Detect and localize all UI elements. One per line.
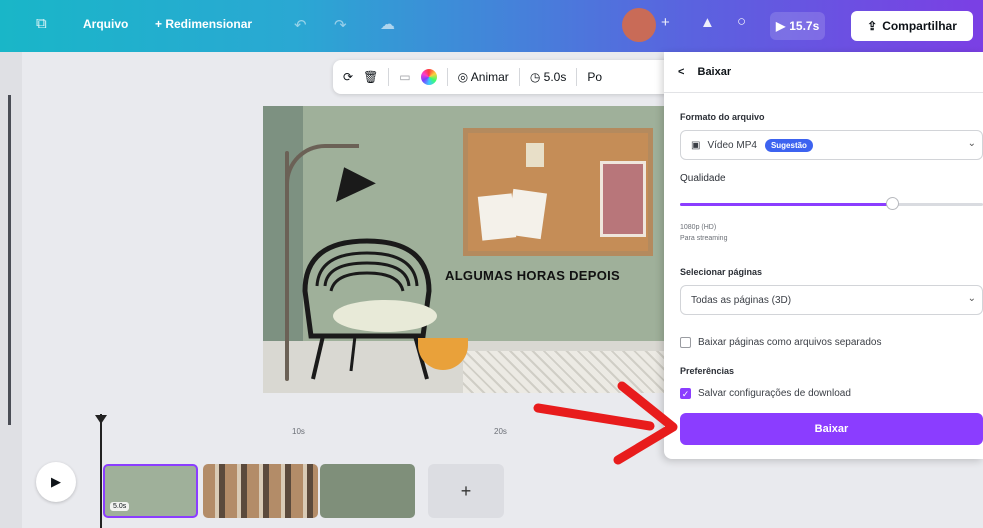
divider [664, 92, 983, 93]
play-button[interactable]: ▶ [36, 462, 76, 502]
select-pages-value: Todas as páginas (3D) [691, 294, 792, 306]
save-settings-label: Salvar configurações de download [698, 388, 851, 399]
resize-handle[interactable] [8, 95, 11, 425]
note-paper [506, 188, 548, 240]
back-button[interactable]: < [678, 66, 684, 78]
photo-card [600, 161, 646, 237]
element-toolbar: ⟳ 🗑 ▭ ◎ Animar ◷ 5.0s Po [333, 60, 688, 94]
playhead[interactable] [100, 414, 102, 528]
add-clip-button[interactable]: + [428, 464, 504, 518]
chevron-down-icon: ⌄ [967, 293, 976, 304]
video-icon: ▣ [691, 139, 701, 151]
quality-slider-thumb[interactable] [886, 197, 900, 210]
select-pages-label: Selecionar páginas [680, 267, 763, 277]
present-button[interactable]: ▶ 15.7s [770, 12, 826, 40]
timing-button[interactable]: ◷ 5.0s [530, 70, 567, 84]
cloud-saved-icon[interactable]: ☁ [380, 15, 395, 33]
animate-icon: ◎ [457, 70, 469, 84]
select-pages-dropdown[interactable]: Todas as páginas (3D) ⌄ [680, 285, 983, 315]
top-bar: ⧉ Arquivo + Redimensionar ↶ ↷ ☁ + ▲ ○ ▶ … [0, 0, 983, 52]
quality-hint-usage: Para streaming [680, 235, 728, 242]
divider [446, 68, 448, 86]
preferences-label: Preferências [680, 366, 735, 376]
share-label: Compartilhar [882, 19, 957, 33]
clock-icon: ◷ [529, 70, 541, 84]
share-button[interactable]: ⇪ Compartilhar [851, 11, 973, 41]
clip-duration: 5.0s [110, 502, 130, 511]
divider [518, 68, 520, 86]
duration-label: 15.7s [789, 19, 820, 33]
quality-slider-fill [680, 203, 893, 206]
play-icon: ▶ [776, 19, 786, 33]
canvas-headline[interactable]: ALGUMAS HORAS DEPOIS [445, 268, 620, 283]
comment-icon[interactable]: ○ [737, 13, 746, 30]
share-icon: ⇪ [867, 19, 878, 33]
download-panel: < Baixar Formato do arquivo ▣ Vídeo MP4 … [664, 52, 983, 459]
quality-label: Qualidade [680, 173, 726, 184]
timeline-clip[interactable]: 5.0s [103, 464, 198, 518]
timeline-tick: 10s [292, 427, 305, 436]
timeline-clip[interactable] [320, 464, 415, 518]
rattan-chair [302, 238, 437, 380]
save-settings-checkbox[interactable]: ✓ [680, 388, 691, 399]
chevron-down-icon: ⌄ [967, 138, 976, 149]
suggested-badge: Sugestão [764, 138, 813, 152]
file-format-label: Formato do arquivo [680, 112, 765, 122]
separate-files-option[interactable]: Baixar páginas como arquivos separados [680, 337, 881, 348]
undo-icon[interactable]: ↶ [294, 16, 307, 34]
plus-icon[interactable]: + [661, 14, 670, 31]
design-canvas[interactable]: ALGUMAS HORAS DEPOIS [263, 106, 678, 393]
file-format-select[interactable]: ▣ Vídeo MP4 Sugestão ⌄ [680, 130, 983, 160]
quality-hint-resolution: 1080p (HD) [680, 224, 717, 231]
divider [388, 68, 390, 86]
resize-button[interactable]: + Redimensionar [155, 17, 252, 31]
quality-slider[interactable] [680, 197, 983, 210]
analytics-icon[interactable]: ▲ [700, 14, 715, 31]
timing-label: 5.0s [543, 70, 567, 84]
flower-card [526, 143, 544, 167]
color-picker-icon[interactable] [420, 69, 437, 85]
timeline-tick: 20s [494, 427, 507, 436]
external-link-icon[interactable]: ⧉ [36, 15, 47, 32]
separate-files-label: Baixar páginas como arquivos separados [698, 337, 882, 348]
play-icon: ▶ [51, 474, 61, 489]
separate-files-checkbox[interactable] [680, 337, 691, 348]
corkboard [463, 128, 653, 256]
panel-header: < Baixar [678, 66, 731, 78]
trash-icon[interactable]: 🗑 [363, 70, 378, 84]
save-settings-option[interactable]: ✓ Salvar configurações de download [680, 388, 851, 399]
avatar[interactable] [622, 8, 656, 42]
file-menu[interactable]: Arquivo [83, 17, 128, 31]
panel-title: Baixar [697, 66, 732, 78]
timeline-clip[interactable] [203, 464, 318, 518]
download-button[interactable]: Baixar [680, 413, 983, 445]
animate-button[interactable]: ◎ Animar [458, 70, 509, 84]
divider [576, 68, 578, 86]
redo-icon[interactable]: ↷ [334, 16, 347, 34]
animate-label: Animar [470, 70, 509, 84]
refresh-icon[interactable]: ⟳ [343, 70, 353, 84]
file-format-value: Vídeo MP4 [707, 139, 757, 151]
position-button[interactable]: Po [587, 70, 602, 84]
side-panel-edge [0, 52, 22, 528]
frame-icon[interactable]: ▭ [399, 70, 410, 84]
